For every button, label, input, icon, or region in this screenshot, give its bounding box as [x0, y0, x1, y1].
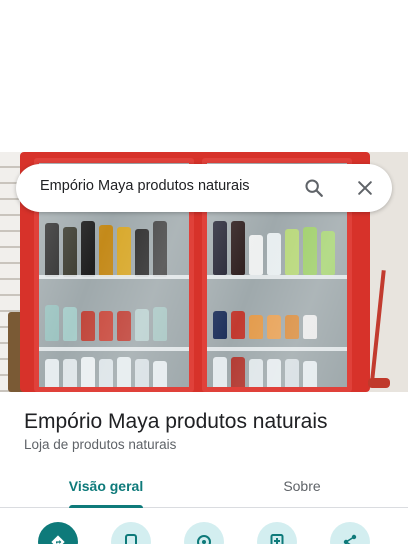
share-button[interactable] — [330, 522, 370, 544]
place-page: Empório Maya produtos naturais Empório M… — [0, 0, 408, 544]
close-icon[interactable] — [351, 174, 379, 202]
place-category[interactable]: Loja de produtos naturais — [24, 437, 176, 452]
nearby-icon — [196, 534, 212, 544]
phone-icon — [124, 534, 138, 544]
share-icon — [342, 534, 358, 544]
action-bar — [0, 520, 408, 544]
place-title: Empório Maya produtos naturais — [24, 410, 328, 433]
search-bar[interactable]: Empório Maya produtos naturais — [16, 164, 392, 212]
nearby-button[interactable] — [184, 522, 224, 544]
save-button[interactable] — [257, 522, 297, 544]
phone-button[interactable] — [111, 522, 151, 544]
hook-base — [368, 378, 390, 388]
directions-icon — [50, 534, 66, 544]
directions-button[interactable] — [38, 522, 78, 544]
tab-about[interactable]: Sobre — [252, 464, 352, 508]
tab-bar: Visão geral Sobre — [0, 464, 408, 508]
tab-indicator — [69, 505, 143, 508]
save-icon — [270, 534, 284, 544]
tab-overview[interactable]: Visão geral — [56, 464, 156, 508]
search-query[interactable]: Empório Maya produtos naturais — [40, 178, 250, 194]
search-icon[interactable] — [300, 174, 328, 202]
